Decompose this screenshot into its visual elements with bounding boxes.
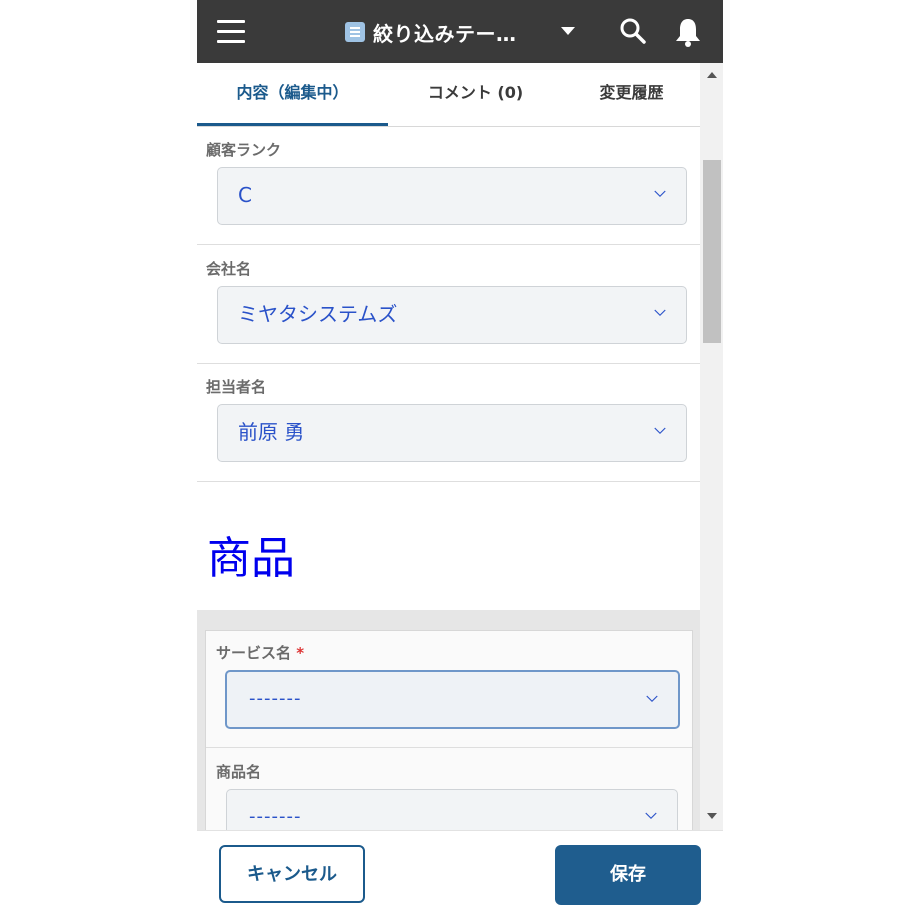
service-name-label: サービス名 * [216,642,304,663]
tab-comments[interactable]: コメント (0) [388,63,563,126]
customer-rank-label: 顧客ランク [206,141,282,159]
product-name-label: 商品名 [216,763,262,781]
product-name-select[interactable]: ------- [226,789,678,830]
chevron-down-icon [646,695,658,703]
chevron-down-icon [654,427,666,435]
contact-name-label: 担当者名 [206,378,267,396]
required-mark: * [296,644,305,662]
section-title: 商品 [207,533,295,584]
product-name-value: ------- [249,806,302,827]
app-title-selector[interactable]: 絞り込みテー… [345,17,517,47]
save-button[interactable]: 保存 [555,845,701,905]
service-name-label-text: サービス名 [216,644,292,662]
menu-icon[interactable] [217,18,245,44]
divider [197,244,700,245]
dropdown-caret-icon[interactable] [561,27,575,35]
company-name-select[interactable]: ミヤタシステムズ [217,286,687,344]
chevron-down-icon [654,190,666,198]
list-icon [345,22,365,42]
tab-bar: 内容（編集中） コメント (0) 変更履歴 [197,63,700,127]
app-screen: 絞り込みテー… 内容（編集中） コメント (0) 変更履歴 顧客ランク C 会社… [197,0,723,920]
scroll-up-arrow-icon[interactable] [707,72,717,78]
product-card: サービス名 * ------- 商品名 ------- [205,630,693,830]
form-content: 顧客ランク C 会社名 ミヤタシステムズ 担当者名 前原 勇 商品 サービス名 … [197,127,700,830]
divider [197,363,700,364]
top-bar: 絞り込みテー… [197,0,723,63]
chevron-down-icon [645,812,657,820]
search-icon[interactable] [619,17,647,45]
scroll-down-arrow-icon[interactable] [707,813,717,819]
scrollbar-thumb[interactable] [703,160,721,343]
divider [206,747,692,748]
company-name-value: ミヤタシステムズ [238,302,398,326]
divider [197,481,700,482]
tab-content[interactable]: 内容（編集中） [197,63,388,126]
cancel-button[interactable]: キャンセル [219,845,365,903]
company-name-label: 会社名 [206,260,252,278]
customer-rank-select[interactable]: C [217,167,687,225]
tab-history[interactable]: 変更履歴 [563,63,700,126]
footer-bar: キャンセル 保存 [197,830,723,920]
contact-name-select[interactable]: 前原 勇 [217,404,687,462]
chevron-down-icon [654,309,666,317]
customer-rank-value: C [238,183,252,207]
bell-icon[interactable] [673,16,703,48]
app-title: 絞り込みテー… [373,21,517,46]
service-name-select[interactable]: ------- [225,670,680,729]
service-name-value: ------- [249,688,302,709]
scrollbar[interactable] [700,63,723,830]
contact-name-value: 前原 勇 [238,420,305,444]
